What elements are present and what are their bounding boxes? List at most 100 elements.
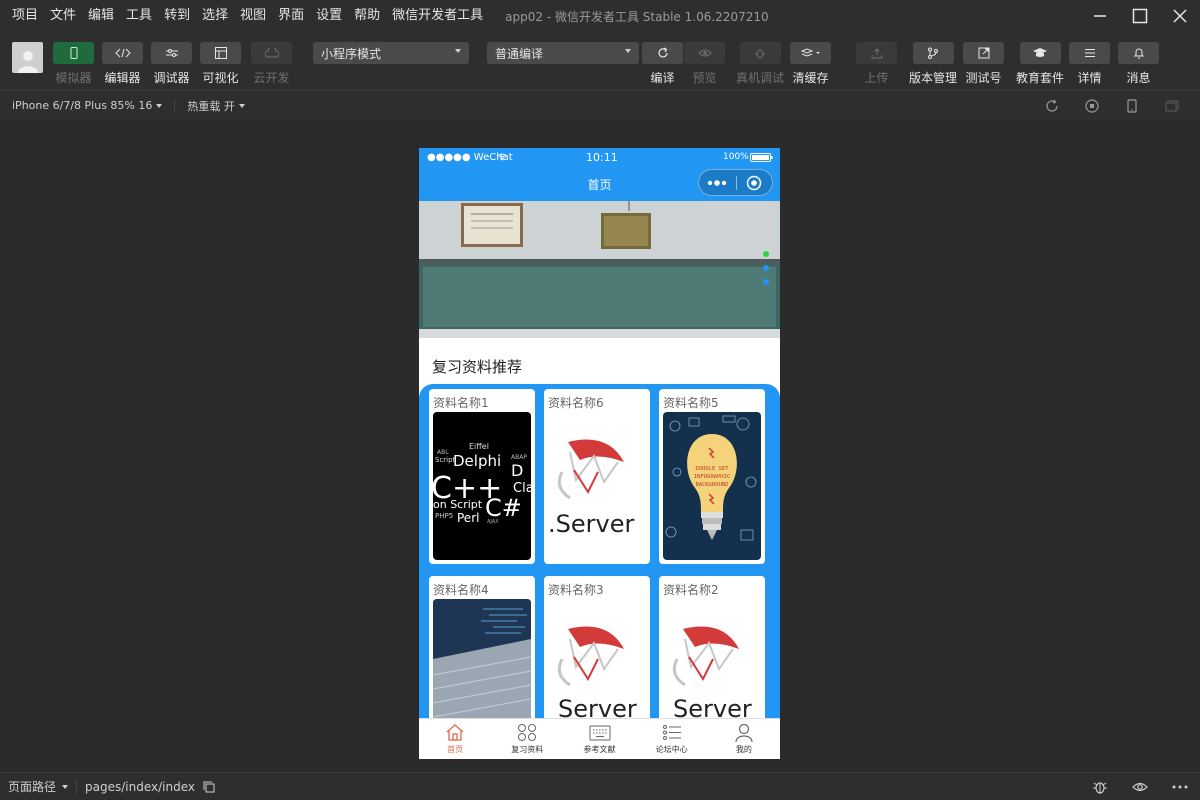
exit-miniprogram-button[interactable] [736, 170, 772, 195]
menu-icon [1084, 49, 1095, 57]
visual-button[interactable] [200, 42, 241, 64]
capsule-button [698, 169, 773, 196]
clear-cache-button[interactable] [790, 42, 831, 64]
remote-debug-button[interactable] [739, 42, 781, 64]
rotate-button[interactable] [1032, 99, 1072, 113]
editor-group: 编辑器 [102, 42, 143, 86]
word-label: ABL [437, 449, 449, 456]
menu-interface[interactable]: 界面 [272, 0, 310, 32]
menu-help[interactable]: 帮助 [348, 0, 386, 32]
menu-select[interactable]: 选择 [196, 0, 234, 32]
compile-select-value: 普通编译 [495, 46, 544, 61]
test-account-group: 测试号 [963, 42, 1004, 86]
material-card[interactable]: 资料名称1 Eiffel ABL Script Delphi ABAP D C+… [429, 389, 535, 564]
tab-materials[interactable]: 复习资料 [491, 719, 563, 759]
swiper-dot-active[interactable] [763, 251, 769, 257]
menu-file[interactable]: 文件 [44, 0, 82, 32]
details-label: 详情 [1077, 71, 1102, 85]
material-grid: 资料名称1 Eiffel ABL Script Delphi ABAP D C+… [419, 384, 780, 759]
more-button[interactable] [699, 170, 736, 195]
devtools-window: 项目 文件 编辑 工具 转到 选择 视图 界面 设置 帮助 微信开发者工具 ap… [0, 0, 1200, 800]
rotate-icon [1046, 99, 1058, 112]
menu-wechat-devtools[interactable]: 微信开发者工具 [386, 0, 489, 32]
edu-label: 教育套件 [1016, 71, 1065, 85]
card-image-sqlserver: .Server [548, 412, 646, 560]
version-button[interactable] [912, 42, 954, 64]
compile-label: 编译 [650, 71, 675, 85]
card-title: 资料名称2 [663, 583, 719, 597]
test-account-button[interactable] [963, 42, 1004, 64]
menu-edit[interactable]: 编辑 [82, 0, 120, 32]
hot-reload-select[interactable]: 热重载 开 [175, 98, 257, 114]
phone-tab-bar: 首页 复习资料 参考文献 论坛中心 我的 [419, 718, 780, 759]
menu-goto[interactable]: 转到 [158, 0, 196, 32]
layers-icon [800, 48, 820, 57]
minimize-icon [1094, 15, 1106, 17]
banner-swiper[interactable] [419, 201, 780, 338]
tab-mine[interactable]: 我的 [708, 719, 780, 759]
word-label: PHP5 [435, 512, 453, 520]
phone-icon [1127, 99, 1137, 113]
copy-icon[interactable] [203, 781, 215, 793]
word-label: D [511, 461, 523, 480]
external-link-icon [978, 47, 989, 59]
test-account-label: 测试号 [965, 71, 1002, 85]
visual-group: 可视化 [200, 42, 241, 86]
close-button[interactable] [1160, 0, 1200, 32]
debugger-button[interactable] [151, 42, 192, 64]
device-select[interactable]: iPhone 6/7/8 Plus 85% 16 [0, 99, 174, 112]
preview-eye-button[interactable] [1120, 781, 1160, 793]
card-image-programming: Eiffel ABL Script Delphi ABAP D C++ Cla … [433, 412, 531, 560]
page-path-select[interactable]: 页面路径 [0, 778, 76, 795]
device-button[interactable] [1112, 99, 1152, 113]
maximize-button[interactable] [1120, 0, 1160, 32]
material-card[interactable]: 资料名称5 DOODLE SET INFOGRAPHIC BACKGROUND [659, 389, 765, 564]
status-battery: 100% [723, 152, 749, 162]
debug-button[interactable] [1080, 779, 1120, 795]
eye-icon [1132, 782, 1148, 792]
details-button[interactable] [1069, 42, 1110, 64]
tab-references[interactable]: 参考文献 [563, 719, 635, 759]
mode-select[interactable]: 小程序模式 [313, 42, 469, 64]
menu-view[interactable]: 视图 [234, 0, 272, 32]
menu-project[interactable]: 项目 [0, 0, 44, 32]
edu-button[interactable] [1019, 42, 1061, 64]
more-dots-icon [708, 179, 727, 186]
page-path-label: 页面路径 [8, 780, 57, 794]
window-split-button[interactable] [1152, 100, 1192, 112]
user-icon [17, 51, 38, 73]
tab-forum[interactable]: 论坛中心 [636, 719, 708, 759]
editor-button[interactable] [102, 42, 143, 64]
tab-home[interactable]: 首页 [419, 719, 491, 759]
user-avatar[interactable] [12, 42, 43, 73]
layout-icon [214, 47, 227, 59]
preview-button[interactable] [684, 42, 725, 64]
close-icon [1173, 9, 1187, 23]
status-time: 10:11 [586, 151, 618, 164]
simulator-subbar: iPhone 6/7/8 Plus 85% 16 热重载 开 [0, 90, 1200, 120]
word-label: on Script [433, 498, 483, 511]
upload-button[interactable] [856, 42, 897, 64]
cloud-button[interactable] [251, 42, 292, 64]
preview-group: 预览 [684, 42, 725, 86]
minimize-button[interactable] [1080, 0, 1120, 32]
menu-tools[interactable]: 工具 [120, 0, 158, 32]
compile-select[interactable]: 普通编译 [487, 42, 639, 64]
chevron-down-icon [156, 103, 163, 108]
card-image-lightbulb: DOODLE SET INFOGRAPHIC BACKGROUND [663, 412, 761, 560]
stop-button[interactable] [1072, 99, 1112, 113]
sql-server-logo-image: .Server [548, 439, 634, 538]
messages-button[interactable] [1118, 42, 1159, 64]
swiper-dot[interactable] [763, 265, 769, 271]
swiper-dot[interactable] [763, 279, 769, 285]
version-group: 版本管理 [909, 42, 957, 86]
material-card[interactable]: 资料名称6 .Server [544, 389, 650, 564]
refresh-icon [657, 47, 668, 58]
more-options-button[interactable] [1160, 785, 1200, 789]
simulator-button[interactable] [53, 42, 94, 64]
menu-settings[interactable]: 设置 [310, 0, 348, 32]
compile-group: 编译 [642, 42, 683, 86]
page-path-value: pages/index/index [85, 779, 195, 794]
edu-group: 教育套件 [1016, 42, 1064, 86]
compile-button[interactable] [642, 42, 683, 64]
